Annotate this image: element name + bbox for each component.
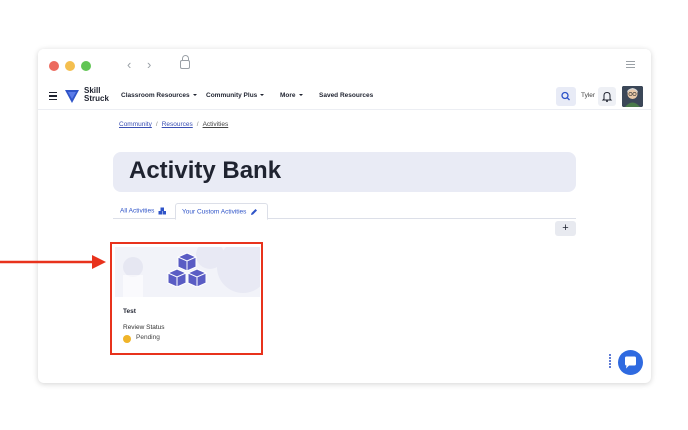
search-button[interactable] xyxy=(556,87,576,106)
menu-more[interactable]: More xyxy=(280,92,303,99)
breadcrumb-separator: / xyxy=(196,121,199,128)
menu-label: Community Plus xyxy=(206,92,258,99)
sliders-icon[interactable] xyxy=(626,61,635,69)
breadcrumb-resources[interactable]: Resources xyxy=(162,121,193,128)
caret-down-icon xyxy=(192,94,197,97)
chat-bubble-icon xyxy=(625,356,636,369)
hamburger-menu-icon[interactable] xyxy=(49,92,57,102)
avatar[interactable] xyxy=(622,86,643,107)
tab-your-custom-activities[interactable]: Your Custom Activities xyxy=(175,203,268,220)
drag-handle-icon[interactable] xyxy=(609,354,613,369)
menu-community-plus[interactable]: Community Plus xyxy=(206,92,265,99)
bell-icon xyxy=(601,91,613,103)
logo-line-2: Struck xyxy=(84,94,109,103)
avatar-image xyxy=(622,86,643,107)
breadcrumb-activities[interactable]: Activities xyxy=(203,121,229,128)
user-name[interactable]: Tyler xyxy=(581,92,595,99)
caret-down-icon xyxy=(260,94,265,97)
pencil-icon xyxy=(251,209,258,215)
top-navbar: Skill Struck Classroom Resources Communi… xyxy=(38,82,651,110)
skillstruck-logo-icon xyxy=(65,90,79,103)
add-activity-button[interactable]: + xyxy=(555,221,576,236)
search-icon xyxy=(561,91,570,101)
notifications-button[interactable] xyxy=(598,87,616,106)
page-title: Activity Bank xyxy=(129,157,282,184)
chevron-left-icon[interactable]: ‹ xyxy=(127,57,131,72)
chevron-right-icon[interactable]: › xyxy=(147,57,151,72)
breadcrumb-community[interactable]: Community xyxy=(119,121,152,128)
logo-text[interactable]: Skill Struck xyxy=(84,87,109,103)
tab-bar: All Activities Your Custom Activities xyxy=(113,203,576,220)
menu-label: Classroom Resources xyxy=(121,92,190,99)
browser-chrome: ‹ › xyxy=(38,49,651,82)
tab-label: Your Custom Activities xyxy=(182,208,247,216)
menu-saved-resources[interactable]: Saved Resources xyxy=(319,92,373,99)
blocks-icon xyxy=(158,207,167,215)
minimize-window-button[interactable] xyxy=(65,61,75,71)
menu-label: Saved Resources xyxy=(319,92,374,99)
highlight-box xyxy=(110,242,263,355)
close-window-button[interactable] xyxy=(49,61,59,71)
breadcrumb: Community / Resources / Activities xyxy=(119,121,228,128)
maximize-window-button[interactable] xyxy=(81,61,91,71)
breadcrumb-separator: / xyxy=(155,121,158,128)
menu-classroom-resources[interactable]: Classroom Resources xyxy=(121,92,197,99)
caret-down-icon xyxy=(298,94,303,97)
lock-icon xyxy=(180,55,190,69)
arrow-right-icon xyxy=(0,255,106,269)
chat-button[interactable] xyxy=(618,350,643,375)
tab-label: All Activities xyxy=(120,207,155,215)
page-header-banner: Activity Bank xyxy=(113,152,576,192)
tab-all-activities[interactable]: All Activities xyxy=(120,203,167,220)
menu-label: More xyxy=(280,92,296,99)
